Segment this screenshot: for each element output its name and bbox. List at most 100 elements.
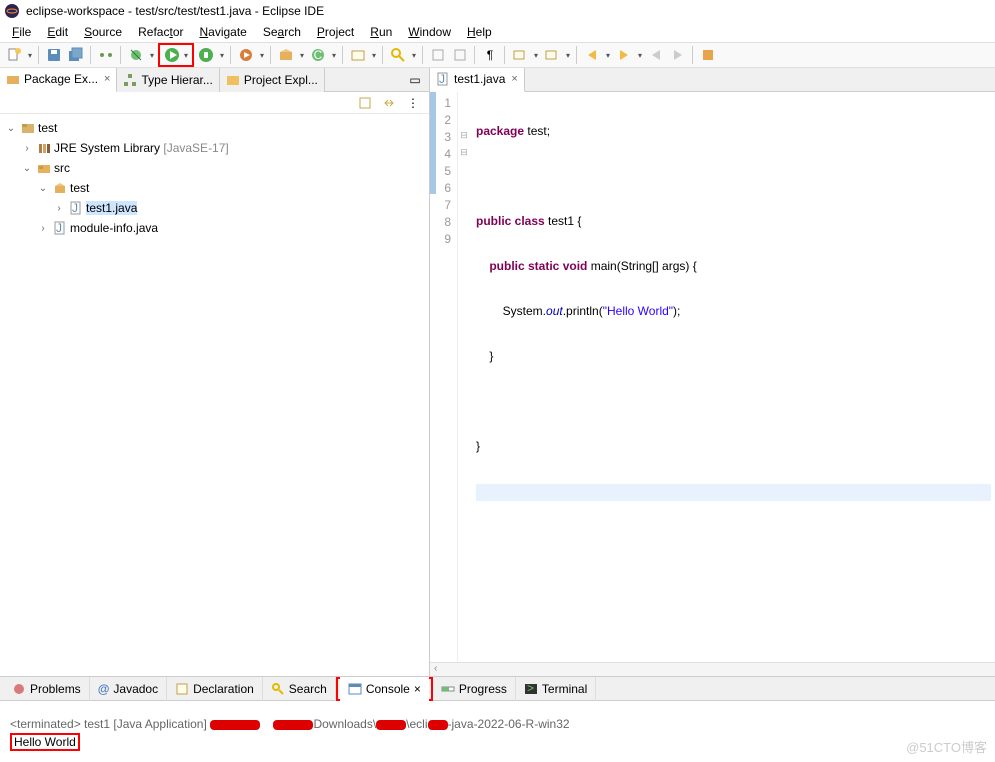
link-editor-icon[interactable] bbox=[379, 93, 399, 113]
separator bbox=[90, 46, 92, 64]
tree-file-test1[interactable]: › J test1.java bbox=[2, 198, 427, 218]
debug-button[interactable] bbox=[126, 45, 146, 65]
tab-project-explorer[interactable]: Project Expl... bbox=[220, 68, 325, 92]
separator bbox=[270, 46, 272, 64]
package-explorer-tree: ⌄ test › JRE System Library [JavaSE-17] … bbox=[0, 114, 429, 676]
new-button[interactable] bbox=[4, 45, 24, 65]
package-explorer-toolbar: ⋮ bbox=[0, 92, 429, 114]
collapse-all-icon[interactable] bbox=[355, 93, 375, 113]
tab-declaration[interactable]: Declaration bbox=[167, 677, 263, 701]
tab-problems[interactable]: Problems bbox=[4, 677, 90, 701]
back-button[interactable] bbox=[582, 45, 602, 65]
tab-console[interactable]: Console × bbox=[340, 677, 429, 701]
menu-window[interactable]: Window bbox=[400, 23, 459, 41]
menu-navigate[interactable]: Navigate bbox=[191, 23, 254, 41]
separator bbox=[230, 46, 232, 64]
editor-area[interactable]: 123 456 789 ⊟⊟ package test; public clas… bbox=[430, 92, 995, 662]
console-output-highlight: Hello World bbox=[10, 733, 80, 751]
right-panel: J test1.java × 123 456 789 ⊟⊟ package te… bbox=[430, 68, 995, 676]
expand-icon[interactable]: ⌄ bbox=[4, 123, 18, 134]
next-edit-button[interactable] bbox=[668, 45, 688, 65]
tab-label: Project Expl... bbox=[244, 73, 318, 87]
last-edit-button[interactable] bbox=[646, 45, 666, 65]
toggle-breadcrumb[interactable] bbox=[96, 45, 116, 65]
open-type-dropdown[interactable]: ▾ bbox=[370, 51, 378, 60]
save-button[interactable] bbox=[44, 45, 64, 65]
new-package-dropdown[interactable]: ▾ bbox=[298, 51, 306, 60]
editor-tab-test1[interactable]: J test1.java × bbox=[430, 68, 525, 92]
forward-dropdown[interactable]: ▾ bbox=[636, 51, 644, 60]
expand-icon[interactable]: › bbox=[20, 143, 34, 154]
expand-icon[interactable]: ⌄ bbox=[36, 183, 50, 194]
tab-progress[interactable]: Progress bbox=[433, 677, 516, 701]
back-dropdown[interactable]: ▾ bbox=[604, 51, 612, 60]
expand-icon[interactable]: › bbox=[52, 203, 66, 214]
search-button[interactable] bbox=[388, 45, 408, 65]
horizontal-scrollbar[interactable]: ‹ bbox=[430, 662, 995, 676]
coverage-button[interactable] bbox=[196, 45, 216, 65]
separator bbox=[504, 46, 506, 64]
tab-type-hierarchy[interactable]: Type Hierar... bbox=[117, 68, 219, 92]
expand-icon[interactable]: › bbox=[36, 223, 50, 234]
debug-dropdown[interactable]: ▾ bbox=[148, 51, 156, 60]
tab-search[interactable]: Search bbox=[263, 677, 336, 701]
next-annotation-button[interactable] bbox=[510, 45, 530, 65]
tree-src[interactable]: ⌄ src bbox=[2, 158, 427, 178]
tree-label: test1.java bbox=[86, 201, 137, 215]
toggle-mark-button[interactable] bbox=[428, 45, 448, 65]
expand-icon[interactable]: ⌄ bbox=[20, 163, 34, 174]
tree-label: test bbox=[38, 121, 57, 135]
menu-edit[interactable]: Edit bbox=[39, 23, 76, 41]
next-annotation-dropdown[interactable]: ▾ bbox=[532, 51, 540, 60]
tree-file-moduleinfo[interactable]: › J module-info.java bbox=[2, 218, 427, 238]
menu-run[interactable]: Run bbox=[362, 23, 400, 41]
new-package-button[interactable] bbox=[276, 45, 296, 65]
save-all-button[interactable] bbox=[66, 45, 86, 65]
run-dropdown[interactable]: ▾ bbox=[182, 51, 190, 60]
new-dropdown[interactable]: ▾ bbox=[26, 51, 34, 60]
tab-label: Package Ex... bbox=[24, 72, 98, 86]
show-whitespace-button[interactable]: ¶ bbox=[480, 45, 500, 65]
prev-annotation-dropdown[interactable]: ▾ bbox=[564, 51, 572, 60]
pin-button[interactable] bbox=[698, 45, 718, 65]
run-last-dropdown[interactable]: ▾ bbox=[258, 51, 266, 60]
tree-jre[interactable]: › JRE System Library [JavaSE-17] bbox=[2, 138, 427, 158]
src-folder-icon bbox=[37, 161, 51, 175]
view-menu-icon[interactable]: ⋮ bbox=[403, 93, 423, 113]
coverage-dropdown[interactable]: ▾ bbox=[218, 51, 226, 60]
close-icon[interactable]: × bbox=[414, 682, 421, 696]
close-icon[interactable]: × bbox=[511, 73, 517, 85]
new-class-dropdown[interactable]: ▾ bbox=[330, 51, 338, 60]
minimize-view-icon[interactable]: ▭ bbox=[405, 70, 425, 90]
java-file-icon: J bbox=[53, 221, 67, 235]
overview-ruler bbox=[430, 92, 436, 194]
editor-tabs: J test1.java × bbox=[430, 68, 995, 92]
tree-package[interactable]: ⌄ test bbox=[2, 178, 427, 198]
menu-help[interactable]: Help bbox=[459, 23, 500, 41]
code-content[interactable]: package test; public class test1 { publi… bbox=[470, 92, 995, 662]
tree-project[interactable]: ⌄ test bbox=[2, 118, 427, 138]
fold-column: ⊟⊟ bbox=[458, 92, 470, 662]
tab-terminal[interactable]: > Terminal bbox=[516, 677, 596, 701]
forward-button[interactable] bbox=[614, 45, 634, 65]
toggle-block-button[interactable] bbox=[450, 45, 470, 65]
menu-file[interactable]: File bbox=[4, 23, 39, 41]
tab-label: Type Hierar... bbox=[141, 73, 212, 87]
close-icon[interactable]: × bbox=[104, 73, 110, 85]
menu-source[interactable]: Source bbox=[76, 23, 130, 41]
run-last-button[interactable] bbox=[236, 45, 256, 65]
run-button[interactable] bbox=[162, 45, 182, 65]
search-dropdown[interactable]: ▾ bbox=[410, 51, 418, 60]
tree-label: JRE System Library [JavaSE-17] bbox=[54, 141, 229, 155]
menu-search[interactable]: Search bbox=[255, 23, 309, 41]
prev-annotation-button[interactable] bbox=[542, 45, 562, 65]
menu-refactor[interactable]: Refactor bbox=[130, 23, 191, 41]
new-class-button[interactable]: C bbox=[308, 45, 328, 65]
tab-package-explorer[interactable]: Package Ex... × bbox=[0, 68, 117, 92]
console-body: <terminated> test1 [Java Application] Do… bbox=[0, 701, 995, 757]
menu-project[interactable]: Project bbox=[309, 23, 362, 41]
separator bbox=[422, 46, 424, 64]
open-type-button[interactable] bbox=[348, 45, 368, 65]
tab-javadoc[interactable]: @ Javadoc bbox=[90, 677, 167, 701]
console-tab-highlight: Console × bbox=[336, 677, 433, 701]
